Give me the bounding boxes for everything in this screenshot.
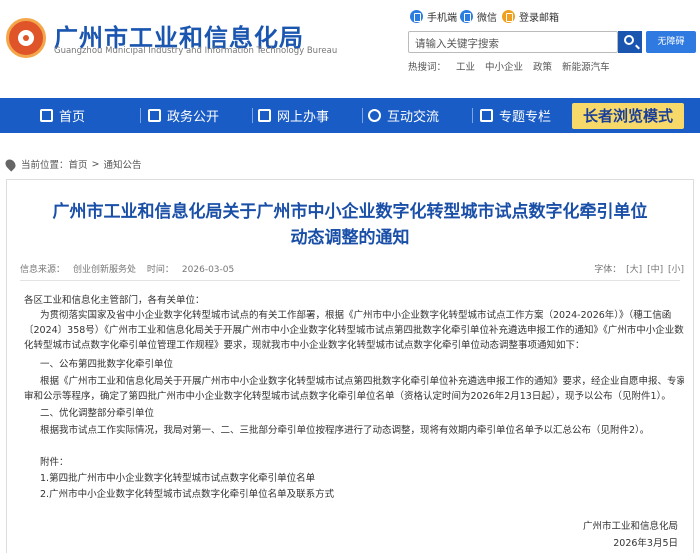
home-icon [40, 109, 53, 122]
nav-item-online-services[interactable]: 网上办事 [258, 98, 329, 133]
article-meta: 信息来源： 创业创新服务处 时间： 2026-03-05 [20, 262, 242, 275]
search-input[interactable]: 请输入关键字搜索 [408, 31, 618, 53]
hot-word-link[interactable]: 中小企业 [485, 59, 523, 73]
nav-label: 首页 [59, 110, 86, 125]
section-heading: 一、公布第四批数字化牵引单位 [40, 359, 174, 370]
article-title: 广州市工业和信息化局关于广州市中小企业数字化转型城市试点数字化牵引单位 动态调整… [0, 199, 700, 251]
sign-date: 2026年3月5日 [613, 538, 678, 549]
body-paragraph: 为贯彻落实国家及省中小企业数字化转型城市试点的有关工作部署，根据《广州市中小企业… [40, 310, 672, 321]
search-icon [624, 35, 634, 45]
attachments-label: 附件： [40, 457, 69, 468]
mail-link[interactable]: 登录邮箱 [502, 9, 559, 24]
topics-icon [480, 109, 493, 122]
chat-icon [368, 109, 381, 122]
meta-divider [20, 280, 680, 281]
hot-words-label: 热搜词： [408, 62, 447, 73]
nav-item-interaction[interactable]: 互动交流 [368, 98, 439, 133]
font-size-label: 字体： [594, 265, 622, 275]
mail-icon [502, 10, 515, 23]
breadcrumb-current[interactable]: 通知公告 [104, 157, 142, 171]
breadcrumb-label: 当前位置： [21, 160, 69, 171]
nav-label: 网上办事 [277, 110, 330, 125]
nav-divider [472, 108, 473, 123]
article-title-line: 动态调整的通知 [290, 228, 410, 248]
location-pin-icon [3, 156, 18, 172]
nav-divider [252, 108, 253, 123]
hot-words: 热搜词： 工业 中小企业 政策 新能源汽车 [408, 59, 620, 73]
breadcrumb: 当前位置： 首页 > 通知公告 [3, 156, 142, 172]
section-heading: 二、优化调整部分牵引单位 [40, 408, 155, 419]
nav-label: 互动交流 [387, 110, 440, 125]
accessibility-button[interactable]: 无障碍 [646, 31, 696, 53]
hot-word-link[interactable]: 新能源汽车 [562, 59, 610, 73]
font-size-small[interactable]: [小] [668, 265, 684, 275]
bureau-logo[interactable] [6, 18, 46, 58]
monitor-icon [258, 109, 271, 122]
breadcrumb-separator: > [91, 158, 100, 170]
search-button[interactable] [618, 31, 642, 53]
nav-divider [362, 108, 363, 123]
nav-label: 专题专栏 [499, 110, 552, 125]
elder-mode-button[interactable]: 长者浏览模式 [572, 103, 684, 129]
nav-item-gov-affairs[interactable]: 政务公开 [148, 98, 219, 133]
nav-item-special-topics[interactable]: 专题专栏 [480, 98, 551, 133]
salutation: 各区工业和信息化主管部门，各有关单位： [24, 295, 205, 306]
nav-item-home[interactable]: 首页 [40, 98, 85, 133]
mail-label: 登录邮箱 [519, 13, 559, 24]
mobile-icon [410, 10, 423, 23]
document-icon [148, 109, 161, 122]
article-title-line: 广州市工业和信息化局关于广州市中小企业数字化转型城市试点数字化牵引单位 [52, 202, 648, 222]
nav-divider [140, 108, 141, 123]
font-size-large[interactable]: [大] [626, 265, 642, 275]
body-paragraph: 根据《广州市工业和信息化局关于开展广州市中小企业数字化转型城市试点第四批数字化牵… [40, 376, 684, 387]
time-label: 时间： [146, 265, 174, 275]
source-value: 创业创新服务处 [73, 265, 137, 275]
body-paragraph: 根据我市试点工作实际情况，我局对第一、二、三批部分牵引单位按程序进行了动态调整，… [40, 425, 650, 436]
hot-word-link[interactable]: 政策 [533, 59, 552, 73]
body-paragraph: 〔2024〕358号）《广州市工业和信息化局关于开展广州市中小企业数字化转型城市… [24, 325, 684, 336]
breadcrumb-home[interactable]: 首页 [69, 157, 88, 171]
signature: 广州市工业和信息化局 [582, 521, 678, 532]
hot-word-link[interactable]: 工业 [456, 59, 475, 73]
font-size-medium[interactable]: [中] [647, 265, 663, 275]
site-header: 广州市工业和信息化局 Guangzhou Municipal Industry … [0, 0, 700, 96]
source-label: 信息来源： [20, 265, 66, 275]
wechat-label: 微信 [477, 13, 497, 24]
body-paragraph: 化转型城市试点数字化牵引单位管理工作规程》要求，现就我市中小企业数字化转型城市试… [24, 340, 585, 351]
body-paragraph: 审和公示等程序，确定了第四批广州市中小企业数字化转型城市试点数字化牵引单位名单（… [24, 391, 671, 402]
attachment-link[interactable]: 1.第四批广州市中小企业数字化转型城市试点数字化牵引单位名单 [40, 471, 684, 486]
mobile-link[interactable]: 手机端 [410, 9, 457, 24]
mobile-label: 手机端 [427, 13, 457, 24]
nav-label: 政务公开 [167, 110, 220, 125]
font-size-controls: 字体： [大] [中] [小] [592, 262, 684, 275]
time-value: 2026-03-05 [181, 265, 235, 275]
wechat-link[interactable]: 微信 [460, 9, 497, 24]
attachment-link[interactable]: 2.广州市中小企业数字化转型城市试点数字化牵引单位名单及联系方式 [40, 487, 684, 502]
site-subtitle: Guangzhou Municipal Industry and Informa… [54, 46, 338, 56]
wechat-icon [460, 10, 473, 23]
